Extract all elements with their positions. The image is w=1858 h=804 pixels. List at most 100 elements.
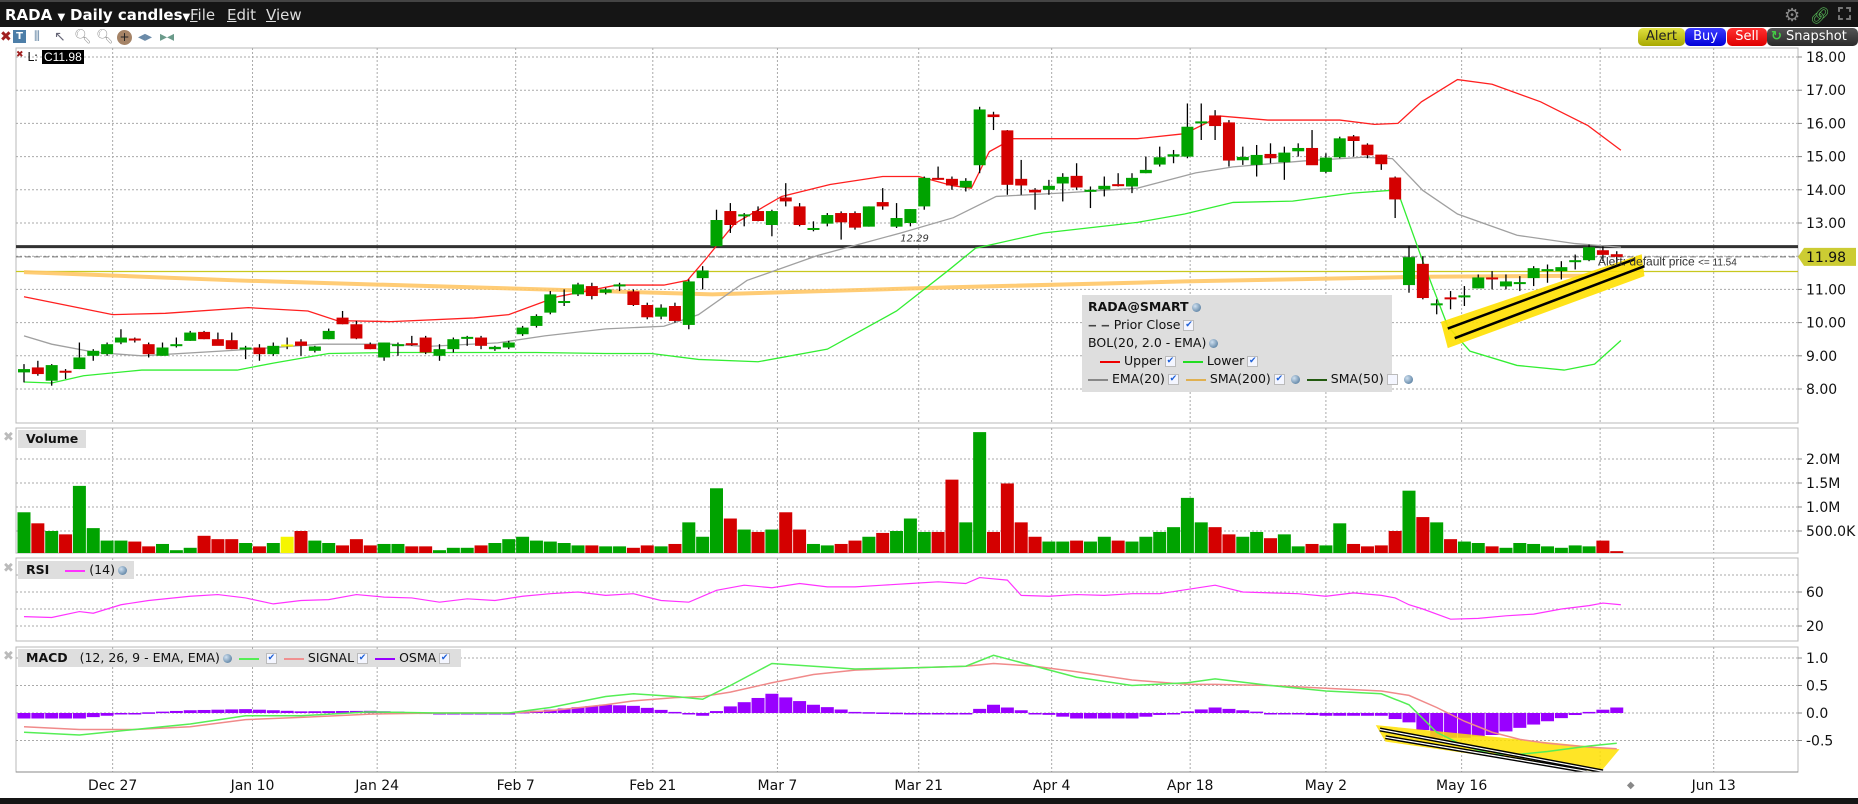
title-bar: RADA ▼ Daily candles▼ File Edit View ⚙ 🔗… [0,0,1858,27]
candle-body [502,342,515,348]
candle-body [668,306,681,321]
alert-button[interactable]: Alert [1638,28,1685,46]
volume-bar [59,534,73,553]
osma-bar [1014,710,1028,713]
fullscreen-icon[interactable] [1838,7,1851,20]
close-volume-icon[interactable]: ✖ [3,430,14,445]
osma-bar [1347,713,1361,716]
signal-checkbox[interactable]: ✔ [357,653,369,664]
bars-icon[interactable]: ⫴ [34,29,40,45]
volume-tick-label: 2.0M [1806,452,1840,468]
cursor-icon[interactable]: ↖ [54,29,66,45]
osma-bar [793,701,807,713]
volume-bar [1042,541,1056,553]
settings-icon[interactable] [1403,375,1413,384]
volume-bar [640,545,654,553]
volume-bar [100,540,114,553]
price-tick-label: 17.00 [1806,83,1846,99]
text-icon[interactable]: T [13,30,26,43]
settings-icon[interactable] [1290,375,1300,384]
volume-bar [1070,540,1084,553]
buy-button[interactable]: Buy [1685,28,1726,46]
menu-file[interactable]: File [190,6,215,24]
sell-button[interactable]: Sell [1727,28,1767,46]
settings-icon[interactable] [1209,339,1219,348]
sma200-checkbox[interactable]: ✔ [1273,374,1285,385]
volume-bar [336,545,350,553]
osma-bar [1554,713,1568,719]
legend-lower: Lower [1206,353,1245,368]
candle-body [807,227,820,230]
snapshot-label: Snapshot [1786,29,1847,44]
volume-bar [1333,523,1347,553]
settings-icon[interactable] [117,566,127,575]
volume-bar [710,488,723,553]
volume-bar [1430,522,1444,553]
candle-body [904,209,917,223]
collapse-icon[interactable]: ▸◂ [160,29,174,45]
osma-bar [197,709,211,713]
close-icon[interactable]: ✖ [16,50,24,60]
volume-bar [1291,546,1305,553]
rsi-swatch [65,569,86,572]
symbol-selector[interactable]: RADA ▼ [5,6,65,24]
close-macd-icon[interactable]: ✖ [3,649,14,664]
volume-bar [1374,545,1388,553]
osma-bar [765,693,779,713]
zoom-in-icon[interactable]: 🔍︎ [74,29,92,45]
ema-checkbox[interactable]: ✔ [1167,374,1179,385]
date-tick-label: Apr 18 [1167,778,1213,794]
candle-body [932,177,945,180]
lower-checkbox[interactable]: ✔ [1247,356,1259,367]
settings-icon[interactable] [222,654,232,663]
chart-canvas[interactable]: 18.0017.0016.0015.0014.0013.0012.0011.00… [0,0,1858,804]
candle-body [890,218,903,227]
candle-body [45,365,58,381]
candle-body [1458,295,1471,298]
zoom-out-icon[interactable]: 🔍︎ [96,29,114,45]
osma-bar [1305,713,1319,716]
candle-body [73,357,86,370]
macd-title: MACD [26,650,68,665]
price-tick-label: 18.00 [1806,50,1846,66]
crosshair-icon[interactable]: + [117,30,132,45]
link-icon[interactable]: 🔗︎ [1810,6,1830,25]
candle-body [793,206,806,225]
prior-close-checkbox[interactable]: ✔ [1183,320,1195,331]
volume-bar [1097,536,1111,553]
osma-bar [1056,713,1070,717]
upper-checkbox[interactable]: ✔ [1164,356,1176,367]
close-rsi-icon[interactable]: ✖ [3,561,14,576]
volume-bar [959,522,973,553]
macd-checkbox[interactable]: ✔ [265,653,277,664]
macd-legend: MACD (12, 26, 9 - EMA, EMA) ✔ SIGNAL ✔ OSMA ✔ [18,649,462,667]
candle-body [627,291,640,306]
volume-bar [252,546,266,553]
gear-icon[interactable]: ⚙ [1784,5,1800,26]
expand-icon[interactable]: ◂▸ [138,29,152,45]
settings-icon[interactable] [1191,303,1201,312]
volume-bar [1457,541,1471,553]
osma-bar [59,713,73,719]
osma-bar [737,702,751,713]
volume-bar [169,550,183,553]
osma-bar [1388,713,1402,720]
crosshair-readout: ✖ L: C11.98 [16,50,84,64]
menu-view[interactable]: View [266,6,302,24]
close-icon[interactable]: ✖ [0,29,12,45]
volume-bar [17,512,31,553]
sma50-checkbox[interactable]: ✔ [1386,374,1398,385]
candle-body [918,177,931,207]
candle-body [1126,177,1138,187]
volume-bar [86,528,100,553]
alert-condition: <= 11.54 [1698,257,1737,268]
candle-body [738,214,751,217]
chart-type-selector[interactable]: Daily candles▼ [70,6,190,24]
menu-edit[interactable]: Edit [227,6,256,24]
osma-checkbox[interactable]: ✔ [439,653,451,664]
candle-body [779,197,792,202]
osma-bar [183,710,197,713]
osma-bar [1028,713,1042,715]
snapshot-button[interactable]: ↻ Snapshot [1767,28,1858,46]
candle-body [1347,136,1360,141]
